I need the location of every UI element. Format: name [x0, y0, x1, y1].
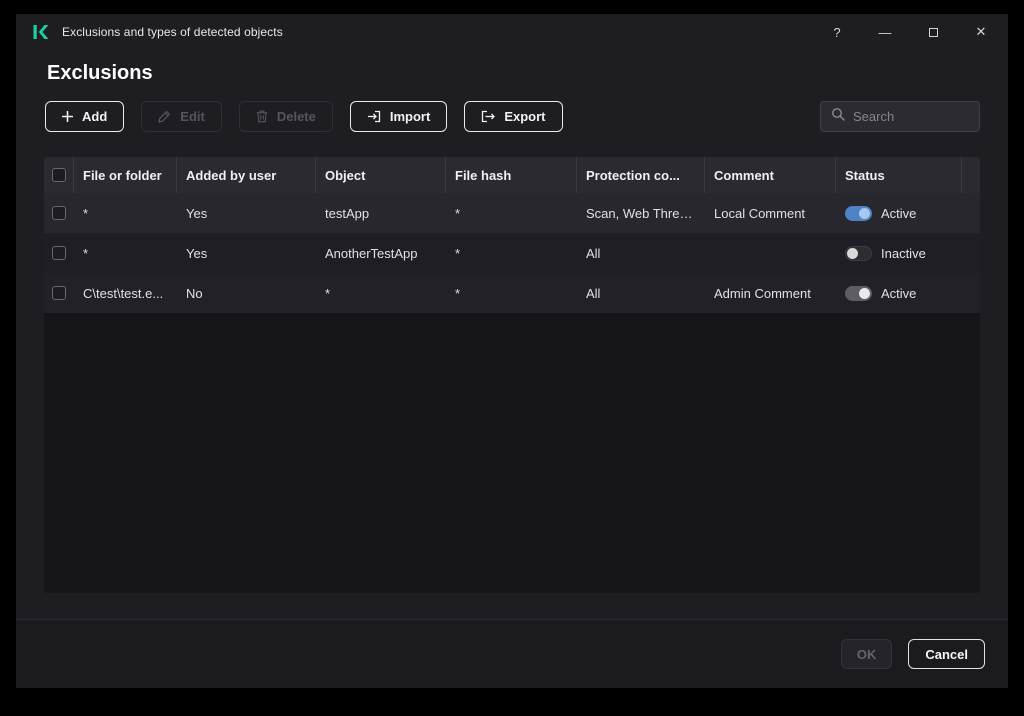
- cell-file-or-folder: C\test\test.e...: [74, 286, 177, 301]
- cell-file-hash: *: [446, 286, 577, 301]
- search-icon: [831, 107, 845, 126]
- cell-protection: All: [577, 246, 705, 261]
- cell-comment: Local Comment: [705, 206, 836, 221]
- column-header-added-by-user: Added by user: [177, 157, 316, 193]
- cell-status: Active: [836, 206, 962, 221]
- row-checkbox[interactable]: [52, 206, 66, 220]
- delete-button-label: Delete: [277, 109, 316, 124]
- table-empty-area: [44, 313, 980, 593]
- cell-protection: All: [577, 286, 705, 301]
- cell-file-or-folder: *: [74, 246, 177, 261]
- row-checkbox[interactable]: [52, 286, 66, 300]
- cell-file-or-folder: *: [74, 206, 177, 221]
- cell-added-by-user: Yes: [177, 206, 316, 221]
- ok-button[interactable]: OK: [841, 639, 893, 669]
- export-button-label: Export: [504, 109, 545, 124]
- cancel-button[interactable]: Cancel: [908, 639, 985, 669]
- search-box: [820, 101, 980, 132]
- delete-button[interactable]: Delete: [239, 101, 333, 132]
- dialog-footer: OK Cancel: [16, 619, 1008, 688]
- row-checkbox[interactable]: [52, 246, 66, 260]
- cell-status: Active: [836, 286, 962, 301]
- titlebar: Exclusions and types of detected objects…: [16, 14, 1008, 50]
- edit-button-label: Edit: [180, 109, 205, 124]
- column-header-file-hash: File hash: [446, 157, 577, 193]
- status-label: Inactive: [881, 246, 926, 261]
- kaspersky-logo-icon: [32, 24, 49, 40]
- table-row[interactable]: * Yes AnotherTestApp * All Inactive: [44, 233, 980, 273]
- column-header-object: Object: [316, 157, 446, 193]
- column-header-status: Status: [836, 157, 962, 193]
- cell-object: AnotherTestApp: [316, 246, 446, 261]
- maximize-icon: [929, 28, 938, 37]
- window-title: Exclusions and types of detected objects: [62, 25, 283, 39]
- cell-status: Inactive: [836, 246, 962, 261]
- column-header-file-or-folder: File or folder: [74, 157, 177, 193]
- import-icon: [367, 110, 381, 123]
- plus-icon: [62, 111, 73, 122]
- import-button[interactable]: Import: [350, 101, 447, 132]
- page-title: Exclusions: [47, 62, 1008, 85]
- cell-added-by-user: No: [177, 286, 316, 301]
- status-label: Active: [881, 206, 916, 221]
- column-header-protection: Protection co...: [577, 157, 705, 193]
- add-button-label: Add: [82, 109, 107, 124]
- pencil-icon: [158, 110, 171, 123]
- export-icon: [481, 110, 495, 123]
- cell-object: *: [316, 286, 446, 301]
- cell-object: testApp: [316, 206, 446, 221]
- maximize-button[interactable]: [918, 18, 948, 46]
- search-input[interactable]: [853, 109, 969, 124]
- column-header-comment: Comment: [705, 157, 836, 193]
- status-label: Active: [881, 286, 916, 301]
- exclusions-table: File or folder Added by user Object File…: [44, 157, 980, 593]
- import-button-label: Import: [390, 109, 430, 124]
- select-all-checkbox[interactable]: [52, 168, 66, 182]
- table-header: File or folder Added by user Object File…: [44, 157, 980, 193]
- cell-file-hash: *: [446, 246, 577, 261]
- export-button[interactable]: Export: [464, 101, 562, 132]
- status-toggle[interactable]: [845, 206, 872, 221]
- cell-added-by-user: Yes: [177, 246, 316, 261]
- cell-protection: Scan, Web Threa...: [577, 206, 705, 221]
- minimize-button[interactable]: —: [870, 18, 900, 46]
- table-row[interactable]: C\test\test.e... No * * All Admin Commen…: [44, 273, 980, 313]
- trash-icon: [256, 110, 268, 123]
- exclusions-window: Exclusions and types of detected objects…: [16, 14, 1008, 688]
- table-row[interactable]: * Yes testApp * Scan, Web Threa... Local…: [44, 193, 980, 233]
- add-button[interactable]: Add: [45, 101, 124, 132]
- help-button[interactable]: ?: [822, 18, 852, 46]
- status-toggle[interactable]: [845, 246, 872, 261]
- status-toggle[interactable]: [845, 286, 872, 301]
- cell-comment: Admin Comment: [705, 286, 836, 301]
- close-button[interactable]: ✕: [966, 18, 996, 46]
- edit-button[interactable]: Edit: [141, 101, 222, 132]
- cell-file-hash: *: [446, 206, 577, 221]
- toolbar: Add Edit Delete Import Export: [16, 101, 1008, 132]
